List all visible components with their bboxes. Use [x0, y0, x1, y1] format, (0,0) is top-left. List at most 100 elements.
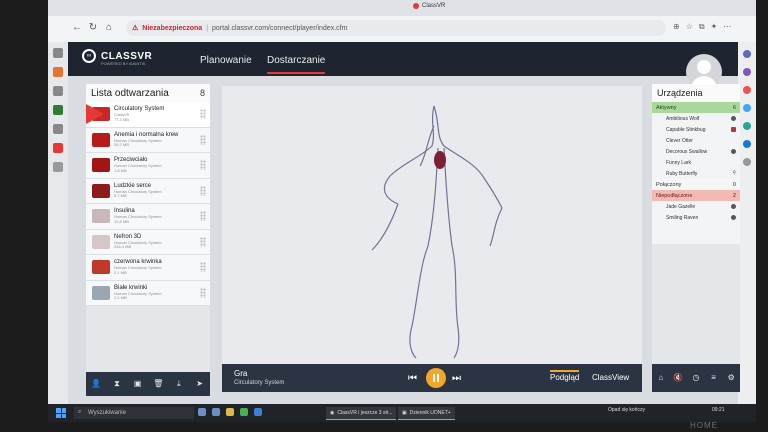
- tab-preview[interactable]: Podgląd: [550, 370, 580, 382]
- clock-icon[interactable]: ◷: [691, 373, 701, 383]
- devices-panel: Urządzenia Aktywny 6 Ambitious Wolf Capable…: [652, 84, 740, 244]
- filter-icon[interactable]: ≡: [709, 373, 719, 383]
- drag-handle-icon[interactable]: [200, 134, 206, 145]
- playlist-item-text: Ludzkie serce Human Circulatory System 5.7…: [114, 183, 162, 199]
- playlist-item[interactable]: Nefron 3D Human Circulatory System 316.4 M…: [86, 230, 210, 255]
- drag-handle-icon[interactable]: [200, 211, 206, 221]
- playlist-item[interactable]: Przeciwciało Human Circulatory System 1.8 …: [86, 153, 210, 179]
- mail-icon[interactable]: [212, 408, 220, 416]
- pen-icon[interactable]: [53, 86, 63, 96]
- taskbar-search[interactable]: ⌕ Wyszukiwanie: [74, 407, 194, 419]
- extensions-icon[interactable]: ✦: [711, 22, 718, 32]
- playlist-item[interactable]: Insulina Human Circulatory System 10.8 MB: [86, 204, 210, 230]
- previous-icon[interactable]: ⏮: [408, 373, 417, 384]
- explorer-icon[interactable]: [226, 408, 234, 416]
- app-header: ∞ CLASSVR POWERED BY AVANTIS Planowanie …: [68, 42, 738, 76]
- avatar-head-icon: [697, 60, 711, 74]
- device-item[interactable]: Capable Stinkbug: [652, 124, 740, 135]
- tab-delivery[interactable]: Dostarczanie: [267, 55, 326, 74]
- device-item[interactable]: Smiling Raven: [652, 212, 740, 223]
- sidebar-shopping-icon[interactable]: [743, 68, 751, 76]
- save-icon[interactable]: ▣: [133, 379, 143, 389]
- add-icon[interactable]: [53, 162, 63, 172]
- search-icon[interactable]: [53, 124, 63, 134]
- sidebar-office-icon[interactable]: [743, 122, 751, 130]
- delete-icon[interactable]: 🗑: [153, 379, 163, 389]
- favorite-icon[interactable]: ☆: [686, 22, 693, 32]
- drag-handle-icon[interactable]: [200, 236, 206, 247]
- sidebar-games-icon[interactable]: [743, 104, 751, 112]
- task-view-icon[interactable]: [198, 408, 206, 416]
- taskbar-app-uonet[interactable]: ▣ Dziennik UONET+: [398, 407, 455, 420]
- drag-handle-icon[interactable]: [200, 262, 206, 272]
- zoom-icon[interactable]: ⊕: [673, 22, 680, 32]
- device-item[interactable]: Clever Otter: [652, 135, 740, 146]
- preview-viewer[interactable]: [222, 86, 642, 364]
- playlist-item[interactable]: Ludzkie serce Human Circulatory System 5.7…: [86, 179, 210, 204]
- playlist-item-text: Anemia i normalna krew Human Circulatory …: [114, 132, 178, 148]
- taskbar-clock[interactable]: 09:21: [712, 407, 725, 413]
- home-icon[interactable]: ⌂: [102, 21, 116, 35]
- reload-icon[interactable]: ↻: [86, 21, 100, 35]
- sidebar-add-icon[interactable]: [743, 158, 751, 166]
- edge-icon[interactable]: [254, 408, 262, 416]
- playlist-item-size: 77.3 MB: [114, 116, 129, 122]
- playlist-item-text: czerwona krwinka Human Circulatory System…: [114, 259, 162, 275]
- send-icon[interactable]: ➤: [195, 379, 205, 389]
- url-field[interactable]: ⚠ Niezabezpieczona | portal.classvr.com/…: [126, 20, 666, 36]
- playlist-item-size: 2.1 MB: [114, 295, 127, 301]
- mute-icon[interactable]: 🔇: [673, 373, 683, 383]
- playlist-item[interactable]: Circulatory System ClassVR 77.3 MB: [86, 102, 210, 128]
- content-thumbnail: [92, 183, 110, 198]
- sidebar-search-icon[interactable]: [743, 50, 751, 58]
- home-device-icon[interactable]: ⌂: [656, 373, 666, 383]
- back-icon[interactable]: ←: [70, 21, 84, 35]
- settings-icon[interactable]: ⋯: [723, 22, 731, 32]
- playlist-item[interactable]: Anemia i normalna krew Human Circulatory …: [86, 128, 210, 153]
- drag-handle-icon[interactable]: [200, 185, 206, 196]
- uonet-app-icon: ▣: [402, 410, 407, 416]
- device-item[interactable]: Funny Lark: [652, 157, 740, 168]
- weather-widget[interactable]: Opad się kończy: [608, 407, 645, 413]
- device-group-unconnected[interactable]: Niepodłączone 2: [652, 190, 740, 201]
- users-icon[interactable]: 👤: [91, 379, 101, 389]
- classvr-icon[interactable]: [53, 143, 63, 153]
- heart-icon: [434, 151, 446, 169]
- playlist-item-text: Circulatory System ClassVR 77.3 MB: [114, 106, 164, 122]
- sidebar-outlook-icon[interactable]: [743, 140, 751, 148]
- tabs-icon[interactable]: [53, 48, 63, 58]
- drag-handle-icon[interactable]: [200, 109, 206, 119]
- device-item[interactable]: Decorous Swallow: [652, 146, 740, 157]
- device-settings-icon[interactable]: ⚙: [726, 373, 736, 383]
- device-group-active[interactable]: Aktywny 6: [652, 102, 740, 113]
- playlist-item[interactable]: czerwona krwinka Human Circulatory System…: [86, 255, 210, 281]
- content-thumbnail: [92, 260, 110, 275]
- playlist-item[interactable]: Białe krwinki Human Circulatory System 2.1…: [86, 281, 210, 306]
- taskbar-app-classvr[interactable]: ◉ ClassVR i jeszcze 3 str...: [326, 407, 397, 420]
- drag-handle-icon[interactable]: [200, 160, 206, 170]
- classvr-app: ∞ CLASSVR POWERED BY AVANTIS Planowanie …: [68, 42, 740, 404]
- artery-right-arm: [489, 207, 503, 247]
- collections-icon[interactable]: ⧉: [699, 22, 705, 32]
- device-item[interactable]: Ambitious Wolf: [652, 113, 740, 124]
- sidebar-tools-icon[interactable]: [743, 86, 751, 94]
- device-item[interactable]: Jade Gazelle: [652, 201, 740, 212]
- device-item[interactable]: Ruby Butterfly ⚲: [652, 168, 740, 179]
- app-icon[interactable]: [53, 67, 63, 77]
- next-icon[interactable]: ⏭: [452, 373, 461, 384]
- tab-planning[interactable]: Planowanie: [200, 55, 252, 66]
- tab-classview[interactable]: ClassView: [592, 373, 629, 382]
- download-icon[interactable]: ⤓: [174, 379, 184, 389]
- drag-handle-icon[interactable]: [200, 287, 206, 298]
- selected-marker-icon: [86, 104, 104, 124]
- playlist-item-text: Białe krwinki Human Circulatory System 2.1…: [114, 285, 162, 301]
- circulatory-model: [371, 105, 503, 359]
- playlist-title: Lista odtwarzania: [91, 87, 169, 99]
- timer-icon[interactable]: ⧗: [112, 379, 122, 389]
- store-icon[interactable]: [240, 408, 248, 416]
- device-group-connected[interactable]: Połączony 0: [652, 179, 740, 190]
- plugin-icon[interactable]: [53, 105, 63, 115]
- windows-start-icon[interactable]: [56, 408, 66, 418]
- browser-tab[interactable]: ClassVR: [413, 3, 445, 9]
- pause-button[interactable]: [426, 368, 446, 388]
